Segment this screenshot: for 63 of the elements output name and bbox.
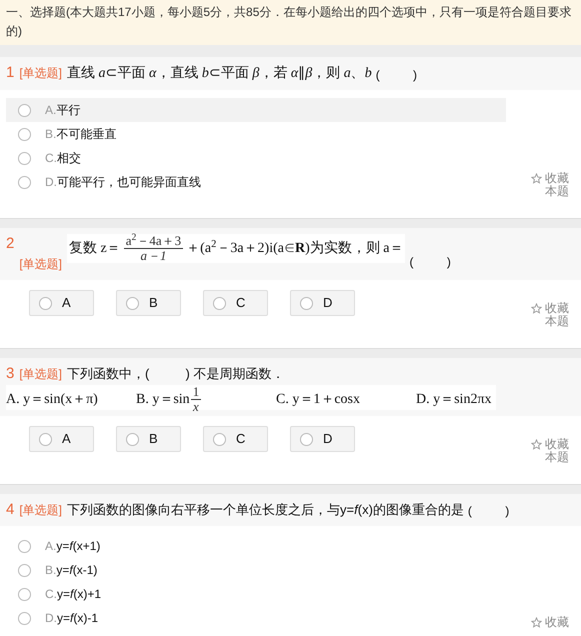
radio-button[interactable] xyxy=(18,588,31,600)
favorite-link[interactable]: 收藏本题 xyxy=(545,438,571,464)
star-icon[interactable] xyxy=(531,173,542,184)
radio-button[interactable] xyxy=(300,296,313,310)
radio-button[interactable] xyxy=(18,104,31,116)
option-item[interactable]: C.相交 xyxy=(6,146,506,170)
radio-button[interactable] xyxy=(18,612,31,624)
question-number: 3 xyxy=(6,364,14,384)
option-button[interactable]: B xyxy=(116,426,181,452)
question-type-tag: [单选题] xyxy=(19,500,62,520)
option-button[interactable]: C xyxy=(203,426,268,452)
radio-button[interactable] xyxy=(213,296,226,310)
radio-button[interactable] xyxy=(18,152,31,164)
question-type-tag: [单选题] xyxy=(19,63,62,83)
option-item[interactable]: D.y=f(x)-1 xyxy=(6,606,506,630)
answer-blank: ( ) xyxy=(409,254,451,271)
option-item[interactable]: A.y=f(x+1) xyxy=(6,534,506,558)
radio-button[interactable] xyxy=(213,432,226,446)
option-button[interactable]: D xyxy=(290,426,355,452)
question-type-tag: [单选题] xyxy=(19,364,62,384)
fraction: 1 x xyxy=(190,385,202,414)
formula-text: C. y＝1＋cosx xyxy=(276,391,360,409)
option-button[interactable]: B xyxy=(116,290,181,316)
question-number: 1 xyxy=(6,63,14,83)
formula-text: ＋(a$^{2}$－3a＋2)i(a∈R)为实数，则 a＝ xyxy=(186,238,404,258)
option-button[interactable]: A xyxy=(29,426,94,452)
favorite-link[interactable]: 收藏本题 xyxy=(545,172,571,198)
radio-button[interactable] xyxy=(18,176,31,188)
radio-button[interactable] xyxy=(126,432,139,446)
question-number: 4 xyxy=(6,500,14,520)
radio-button[interactable] xyxy=(18,128,31,140)
radio-button[interactable] xyxy=(18,540,31,552)
favorite-link[interactable]: 收藏本题 xyxy=(545,302,571,328)
star-icon[interactable] xyxy=(531,303,542,314)
radio-button[interactable] xyxy=(39,432,52,446)
fraction: a$^{2}$－4a＋3 a－1 xyxy=(124,234,184,263)
option-item[interactable]: C.y=f(x)+1 xyxy=(6,582,506,606)
option-item[interactable]: A.平行 xyxy=(6,98,506,122)
question-number: 2 xyxy=(6,234,14,254)
option-item[interactable]: B.y=f(x-1) xyxy=(6,558,506,582)
question-type-tag: [单选题] xyxy=(19,254,62,274)
favorite-link[interactable]: 收藏 xyxy=(545,616,571,629)
radio-button[interactable] xyxy=(126,296,139,310)
radio-button[interactable] xyxy=(18,564,31,576)
star-icon[interactable] xyxy=(531,617,542,628)
option-item[interactable]: D.可能平行，也可能异面直线 xyxy=(6,170,506,194)
radio-button[interactable] xyxy=(300,432,313,446)
option-button[interactable]: D xyxy=(290,290,355,316)
formula-text: A. y＝sin(x＋π) xyxy=(6,391,98,409)
formula-text: 直线 a⊂平面 α，直线 b⊂平面 β，若 α∥β，则 a、b xyxy=(67,64,372,83)
option-item[interactable]: B.不可能垂直 xyxy=(6,122,506,146)
option-button[interactable]: A xyxy=(29,290,94,316)
section-header: 一、选择题(本大题共17小题，每小题5分，共85分．在每小题给出的四个选项中，只有一项是符合题目要求的) xyxy=(0,0,581,45)
radio-button[interactable] xyxy=(39,296,52,310)
option-button[interactable]: C xyxy=(203,290,268,316)
formula-text: B. y＝sin xyxy=(136,391,190,409)
question-text: 下列函数中，( ) 不是周期函数． xyxy=(67,365,284,383)
answer-blank: ( ) xyxy=(468,502,510,520)
formula-text: 复数 z＝ xyxy=(69,240,121,258)
star-icon[interactable] xyxy=(531,439,542,450)
question-text: 下列函数的图像向右平移一个单位长度之后，与y=f(x)的图像重合的是 xyxy=(67,501,464,519)
formula-text: D. y＝sin2πx xyxy=(416,391,492,409)
answer-blank: ( ) xyxy=(376,67,418,84)
